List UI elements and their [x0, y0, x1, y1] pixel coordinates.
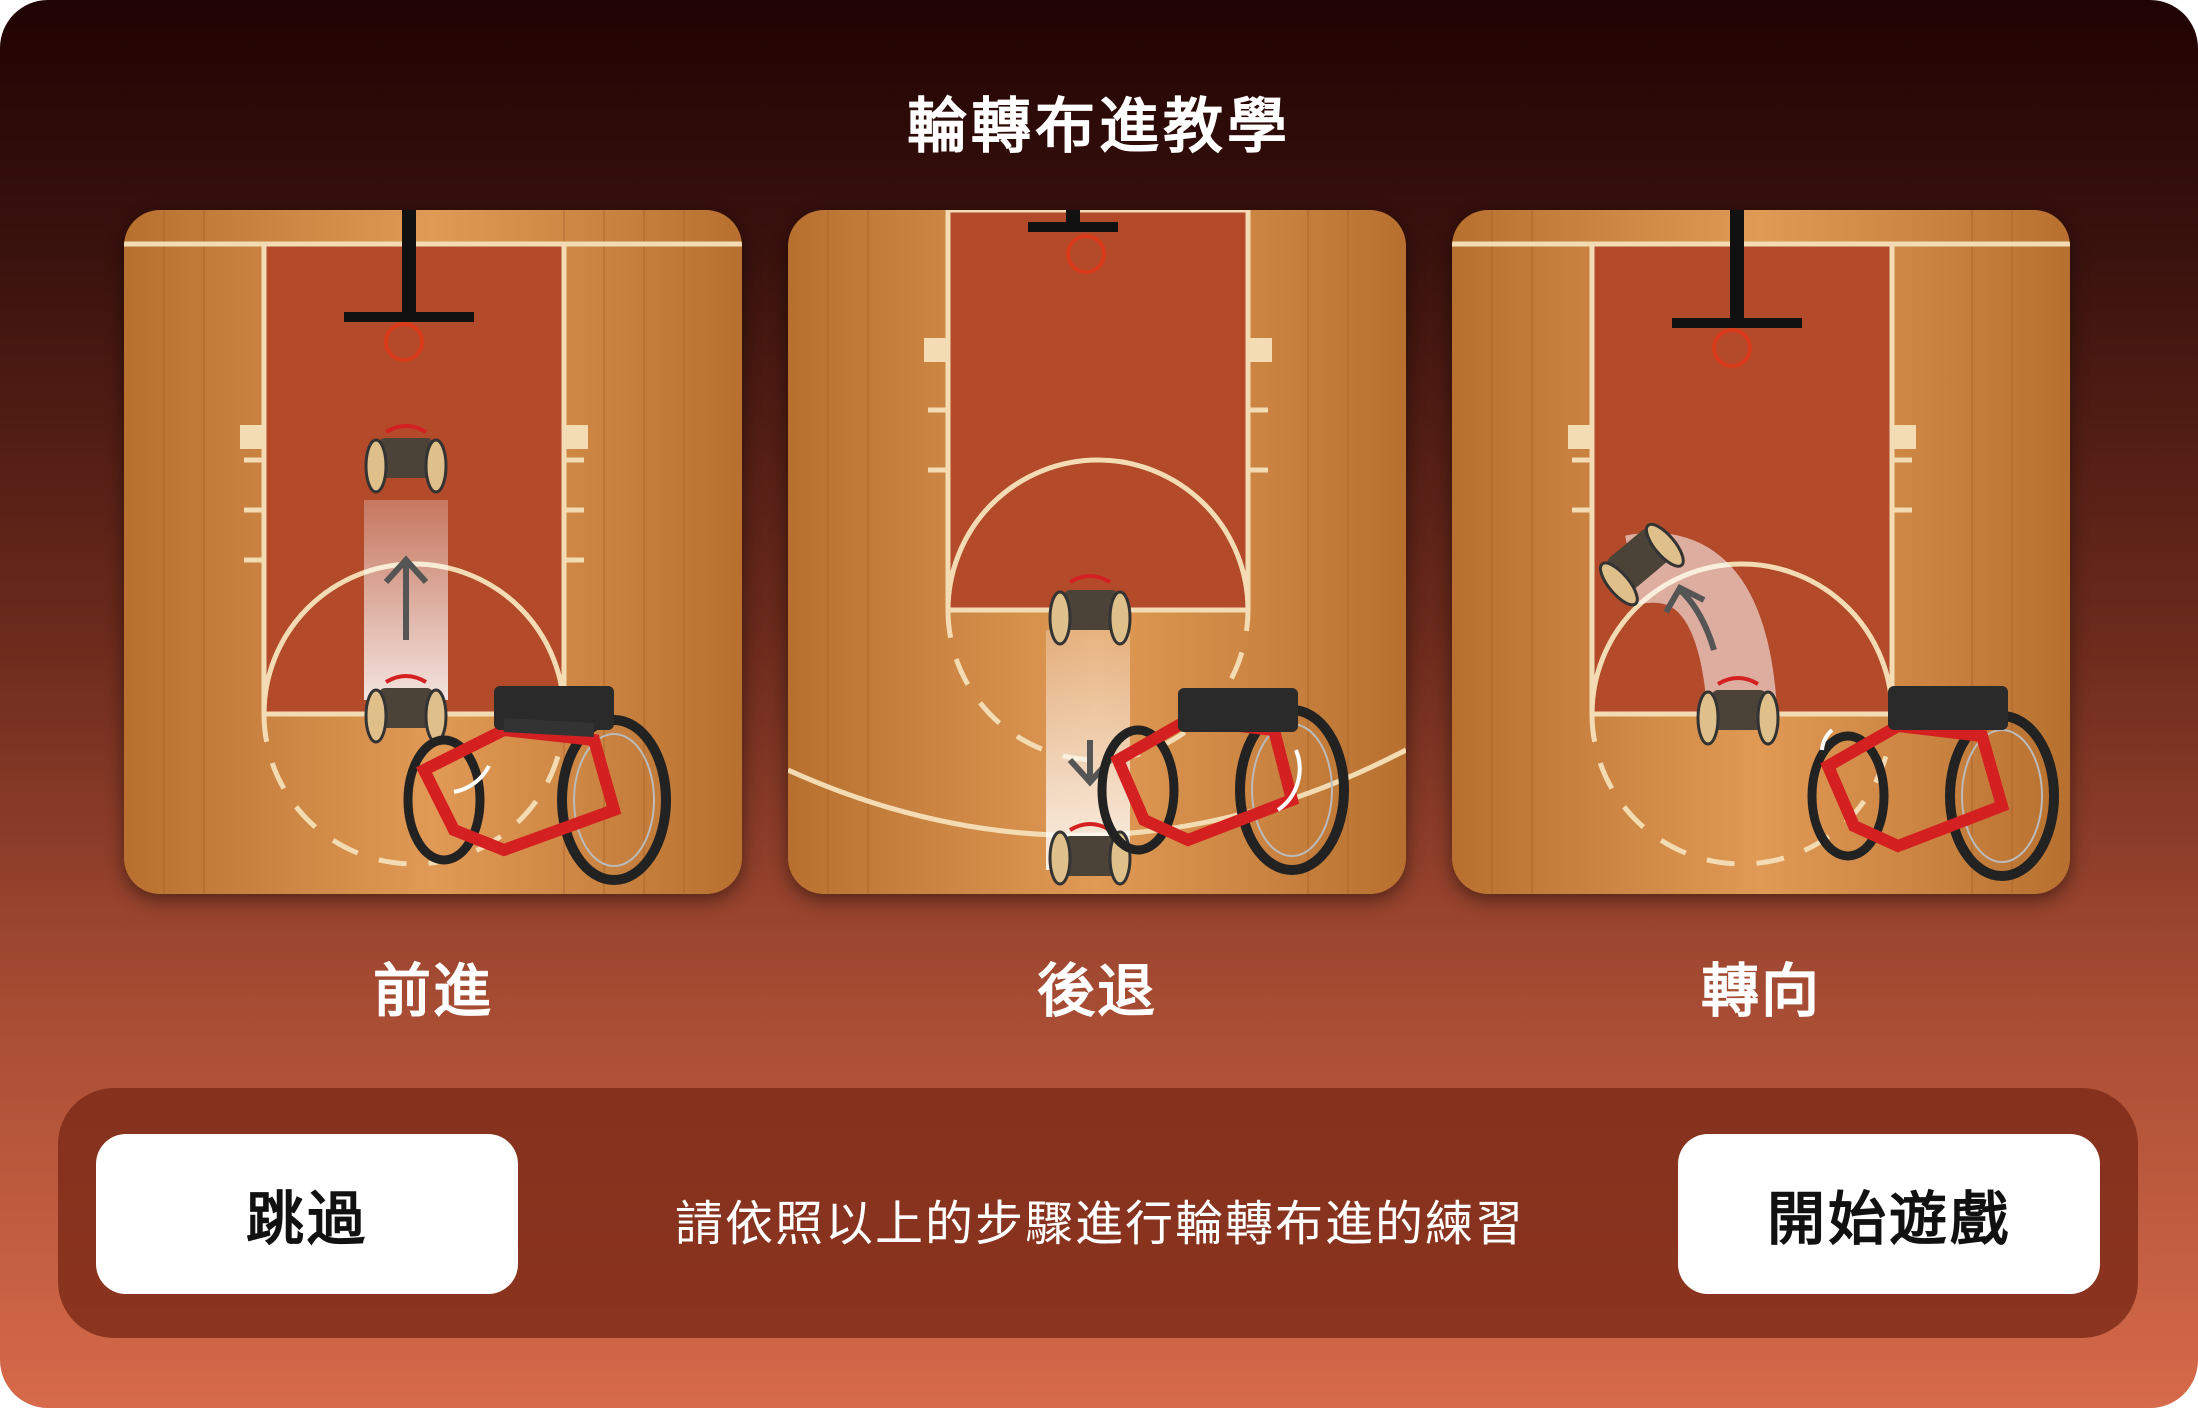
start-game-button[interactable]: 開始遊戲 — [1678, 1134, 2100, 1294]
card-forward-label: 前進 — [372, 957, 493, 1025]
instruction-text: 請依照以上的步驟進行輪轉布進的練習 — [674, 1196, 1525, 1252]
card-backward — [788, 210, 1406, 894]
skip-button[interactable]: 跳過 — [96, 1134, 518, 1294]
card-forward — [124, 210, 742, 894]
page-title: 輪轉布進教學 — [907, 92, 1291, 162]
card-turn — [1452, 210, 2070, 894]
court-forward-illustration — [124, 210, 742, 894]
court-backward-illustration — [788, 210, 1406, 894]
card-backward-label: 後退 — [1036, 957, 1157, 1025]
tutorial-panel: 輪轉布進教學 前進 後退 轉向 跳過 請依照以上的步驟進行輪轉布進的練習 開始遊… — [0, 0, 2198, 1408]
card-turn-label: 轉向 — [1700, 957, 1821, 1025]
court-turn-illustration — [1452, 210, 2070, 894]
